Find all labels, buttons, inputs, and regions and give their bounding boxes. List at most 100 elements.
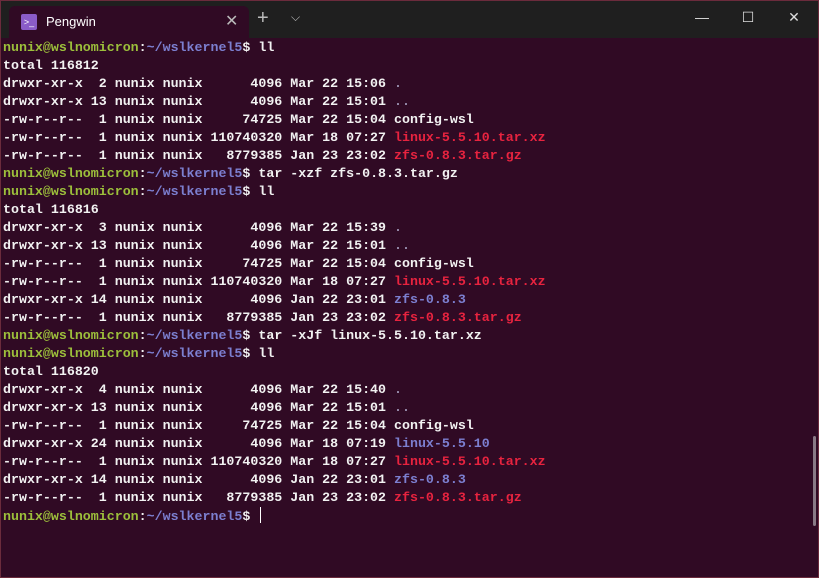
terminal-text: : xyxy=(139,166,147,181)
close-tab-icon[interactable]: ✕ xyxy=(225,11,238,31)
terminal-text: -rw-r--r-- 1 nunix nunix 110740320 Mar 1… xyxy=(3,454,394,469)
terminal-line: -rw-r--r-- 1 nunix nunix 8779385 Jan 23 … xyxy=(3,147,546,165)
terminal-line: nunix@wslnomicron:~/wslkernel5$ ll xyxy=(3,345,546,363)
terminal-text: : xyxy=(139,328,147,343)
terminal-text: drwxr-xr-x 24 nunix nunix 4096 Mar 18 07… xyxy=(3,436,394,451)
terminal-text: total 116812 xyxy=(3,58,99,73)
terminal-line: drwxr-xr-x 14 nunix nunix 4096 Jan 22 23… xyxy=(3,291,546,309)
prompt-user: nunix@wslnomicron xyxy=(3,328,139,343)
terminal-line: -rw-r--r-- 1 nunix nunix 110740320 Mar 1… xyxy=(3,453,546,471)
terminal-text: -rw-r--r-- 1 nunix nunix 8779385 Jan 23 … xyxy=(3,490,394,505)
terminal-text: drwxr-xr-x 4 nunix nunix 4096 Mar 22 15:… xyxy=(3,382,394,397)
terminal-line: drwxr-xr-x 13 nunix nunix 4096 Mar 22 15… xyxy=(3,93,546,111)
terminal-text: $ ll xyxy=(242,184,274,199)
terminal-line: nunix@wslnomicron:~/wslkernel5$ ll xyxy=(3,39,546,57)
prompt-path: ~/wslkernel5 xyxy=(147,40,243,55)
prompt-path: ~/wslkernel5 xyxy=(147,509,243,524)
terminal-line: nunix@wslnomicron:~/wslkernel5$ xyxy=(3,507,546,525)
directory-dot: .. xyxy=(394,94,410,109)
tab-title: Pengwin xyxy=(46,14,96,29)
terminal-text: drwxr-xr-x 13 nunix nunix 4096 Mar 22 15… xyxy=(3,238,394,253)
terminal-line: total 116820 xyxy=(3,363,546,381)
terminal-text: drwxr-xr-x 13 nunix nunix 4096 Mar 22 15… xyxy=(3,94,394,109)
prompt-path: ~/wslkernel5 xyxy=(147,184,243,199)
terminal-text: drwxr-xr-x 14 nunix nunix 4096 Jan 22 23… xyxy=(3,292,394,307)
pengwin-app-icon: >_ xyxy=(21,14,37,30)
archive-file-name: linux-5.5.10.tar.xz xyxy=(394,130,546,145)
prompt-user: nunix@wslnomicron xyxy=(3,346,139,361)
directory-dot: . xyxy=(394,76,402,91)
archive-file-name: zfs-0.8.3.tar.gz xyxy=(394,310,522,325)
terminal-text: $ tar -xzf zfs-0.8.3.tar.gz xyxy=(242,166,457,181)
prompt-path: ~/wslkernel5 xyxy=(147,328,243,343)
terminal-text: $ ll xyxy=(242,346,274,361)
terminal-line: drwxr-xr-x 14 nunix nunix 4096 Jan 22 23… xyxy=(3,471,546,489)
prompt-user: nunix@wslnomicron xyxy=(3,184,139,199)
terminal-text: drwxr-xr-x 2 nunix nunix 4096 Mar 22 15:… xyxy=(3,76,394,91)
terminal-line: total 116812 xyxy=(3,57,546,75)
terminal-line: -rw-r--r-- 1 nunix nunix 110740320 Mar 1… xyxy=(3,129,546,147)
prompt-user: nunix@wslnomicron xyxy=(3,509,139,524)
terminal-line: -rw-r--r-- 1 nunix nunix 110740320 Mar 1… xyxy=(3,273,546,291)
terminal-line: -rw-r--r-- 1 nunix nunix 74725 Mar 22 15… xyxy=(3,111,546,129)
new-tab-plus-icon[interactable]: + xyxy=(257,8,269,28)
terminal-line: drwxr-xr-x 13 nunix nunix 4096 Mar 22 15… xyxy=(3,237,546,255)
terminal-line: drwxr-xr-x 13 nunix nunix 4096 Mar 22 15… xyxy=(3,399,546,417)
terminal-text: $ ll xyxy=(242,40,274,55)
terminal-text: drwxr-xr-x 3 nunix nunix 4096 Mar 22 15:… xyxy=(3,220,394,235)
terminal-text: total 116816 xyxy=(3,202,99,217)
terminal-text: : xyxy=(139,184,147,199)
terminal-line: drwxr-xr-x 24 nunix nunix 4096 Mar 18 07… xyxy=(3,435,546,453)
terminal-text: : xyxy=(139,40,147,55)
text-cursor xyxy=(260,507,261,523)
prompt-path: ~/wslkernel5 xyxy=(147,166,243,181)
prompt-user: nunix@wslnomicron xyxy=(3,40,139,55)
terminal-line: -rw-r--r-- 1 nunix nunix 8779385 Jan 23 … xyxy=(3,309,546,327)
prompt-user: nunix@wslnomicron xyxy=(3,166,139,181)
terminal-text: -rw-r--r-- 1 nunix nunix 110740320 Mar 1… xyxy=(3,130,394,145)
terminal-line: total 116816 xyxy=(3,201,546,219)
terminal-text: -rw-r--r-- 1 nunix nunix 74725 Mar 22 15… xyxy=(3,418,474,433)
directory-dot: . xyxy=(394,382,402,397)
minimize-icon[interactable]: — xyxy=(679,9,725,25)
terminal-text: drwxr-xr-x 14 nunix nunix 4096 Jan 22 23… xyxy=(3,472,394,487)
directory-dot: .. xyxy=(394,400,410,415)
terminal-line: nunix@wslnomicron:~/wslkernel5$ tar -xJf… xyxy=(3,327,546,345)
terminal-line: drwxr-xr-x 3 nunix nunix 4096 Mar 22 15:… xyxy=(3,219,546,237)
terminal-text: : xyxy=(139,346,147,361)
terminal-text: -rw-r--r-- 1 nunix nunix 110740320 Mar 1… xyxy=(3,274,394,289)
tab-pengwin[interactable]: >_ Pengwin ✕ xyxy=(9,6,249,38)
terminal-line: -rw-r--r-- 1 nunix nunix 74725 Mar 22 15… xyxy=(3,417,546,435)
archive-file-name: zfs-0.8.3.tar.gz xyxy=(394,490,522,505)
directory-name: zfs-0.8.3 xyxy=(394,292,466,307)
terminal-text: -rw-r--r-- 1 nunix nunix 8779385 Jan 23 … xyxy=(3,148,394,163)
chevron-down-icon[interactable]: ⌵ xyxy=(291,10,300,25)
terminal-text: -rw-r--r-- 1 nunix nunix 8779385 Jan 23 … xyxy=(3,310,394,325)
terminal-line: nunix@wslnomicron:~/wslkernel5$ tar -xzf… xyxy=(3,165,546,183)
directory-dot: .. xyxy=(394,238,410,253)
archive-file-name: zfs-0.8.3.tar.gz xyxy=(394,148,522,163)
directory-name: linux-5.5.10 xyxy=(394,436,490,451)
terminal-line: nunix@wslnomicron:~/wslkernel5$ ll xyxy=(3,183,546,201)
terminal-text: -rw-r--r-- 1 nunix nunix 74725 Mar 22 15… xyxy=(3,256,474,271)
terminal-text: $ xyxy=(242,509,258,524)
scrollbar[interactable] xyxy=(813,436,816,526)
terminal-output[interactable]: nunix@wslnomicron:~/wslkernel5$ lltotal … xyxy=(3,39,546,525)
terminal-line: -rw-r--r-- 1 nunix nunix 74725 Mar 22 15… xyxy=(3,255,546,273)
directory-dot: . xyxy=(394,220,402,235)
terminal-text: drwxr-xr-x 13 nunix nunix 4096 Mar 22 15… xyxy=(3,400,394,415)
terminal-line: drwxr-xr-x 2 nunix nunix 4096 Mar 22 15:… xyxy=(3,75,546,93)
maximize-icon[interactable]: ☐ xyxy=(725,9,771,26)
terminal-window: >_ Pengwin ✕ + ⌵ — ☐ ✕ nunix@wslnomicron… xyxy=(0,0,819,578)
archive-file-name: linux-5.5.10.tar.xz xyxy=(394,454,546,469)
close-window-icon[interactable]: ✕ xyxy=(771,9,817,26)
terminal-text: : xyxy=(139,509,147,524)
archive-file-name: linux-5.5.10.tar.xz xyxy=(394,274,546,289)
directory-name: zfs-0.8.3 xyxy=(394,472,466,487)
terminal-text: -rw-r--r-- 1 nunix nunix 74725 Mar 22 15… xyxy=(3,112,474,127)
prompt-path: ~/wslkernel5 xyxy=(147,346,243,361)
terminal-text: $ tar -xJf linux-5.5.10.tar.xz xyxy=(242,328,481,343)
terminal-line: -rw-r--r-- 1 nunix nunix 8779385 Jan 23 … xyxy=(3,489,546,507)
terminal-line: drwxr-xr-x 4 nunix nunix 4096 Mar 22 15:… xyxy=(3,381,546,399)
terminal-text: total 116820 xyxy=(3,364,99,379)
